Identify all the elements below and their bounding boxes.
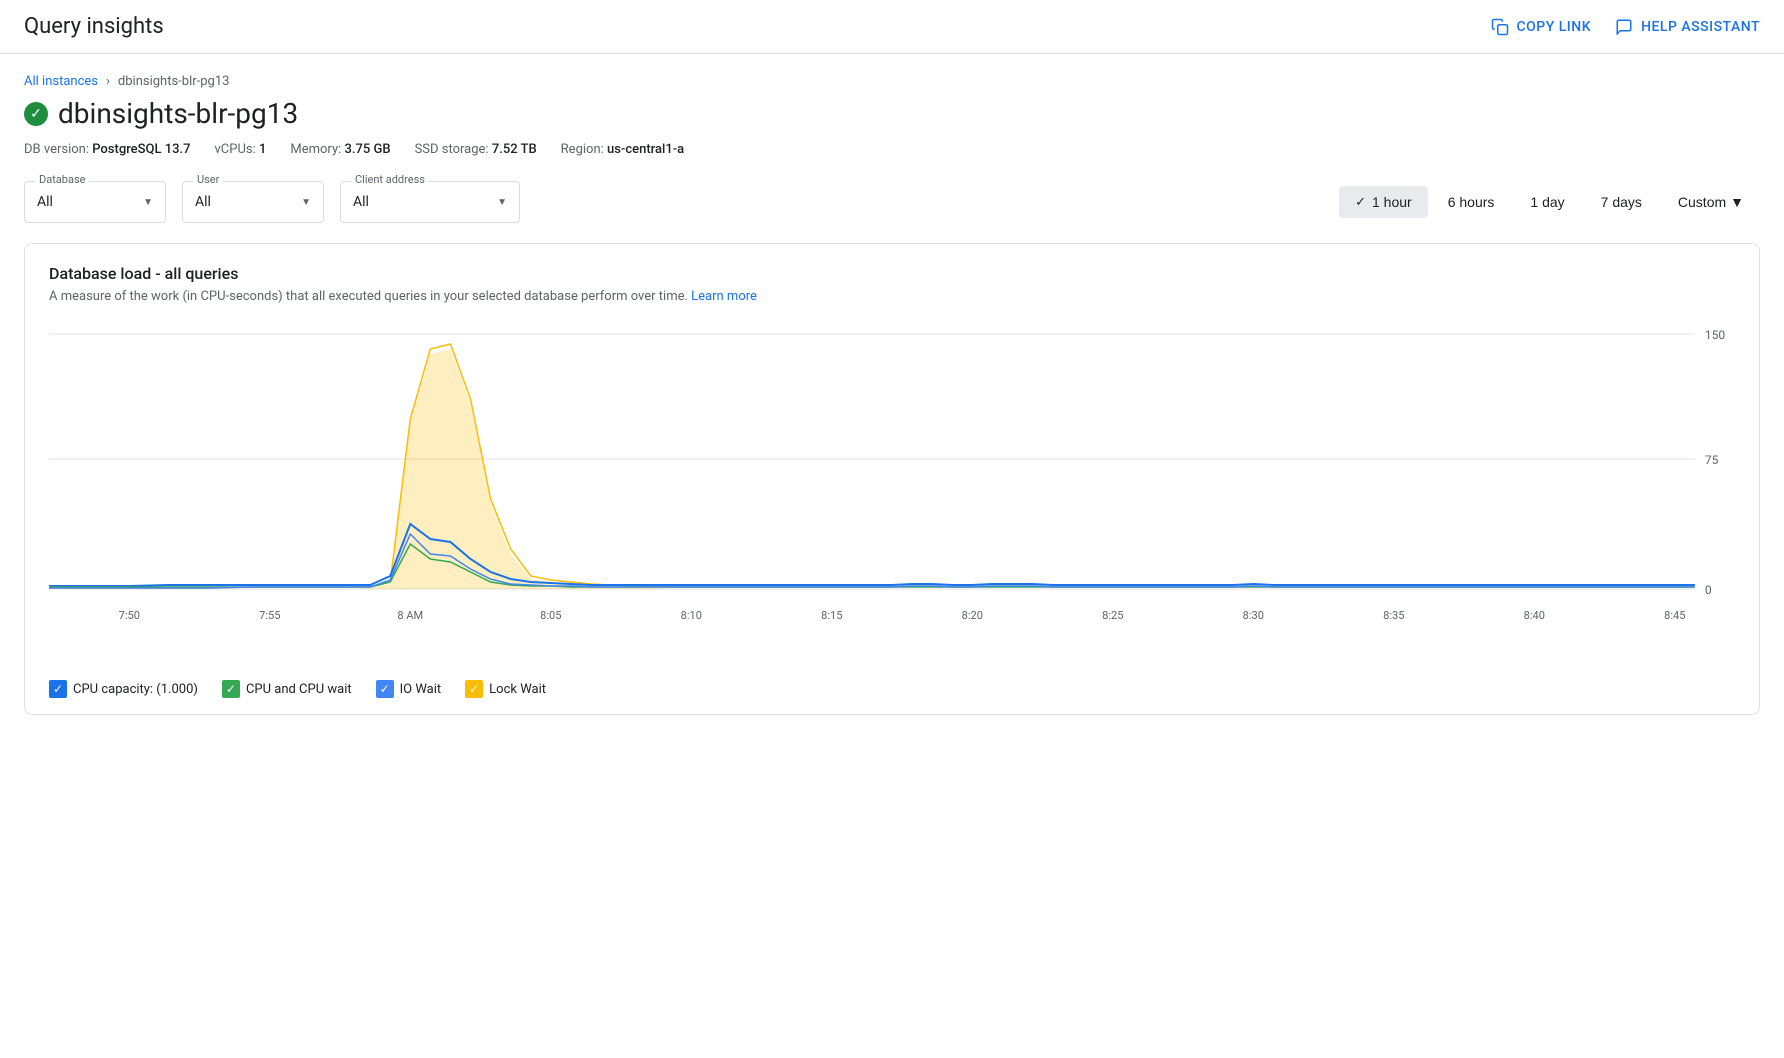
chart-title: Database load - all queries: [49, 264, 1735, 283]
svg-text:150: 150: [1705, 328, 1726, 342]
chart-card: Database load - all queries A measure of…: [24, 243, 1760, 715]
legend-cpu-wait: ✓ CPU and CPU wait: [222, 680, 352, 698]
user-arrow-icon: ▼: [301, 197, 311, 208]
database-label: Database: [35, 173, 89, 186]
svg-text:8:45: 8:45: [1664, 609, 1685, 622]
legend-lock-wait-label: Lock Wait: [489, 682, 546, 697]
database-dropdown[interactable]: Database All ▼: [24, 181, 166, 223]
legend-cpu-capacity: ✓ CPU capacity: (1.000): [49, 680, 198, 698]
storage: SSD storage: 7.52 TB: [415, 142, 537, 157]
breadcrumb: All instances › dbinsights-blr-pg13: [24, 74, 1760, 89]
custom-arrow-icon: ▼: [1730, 194, 1744, 210]
client-address-value: All: [353, 194, 369, 210]
legend-cpu-capacity-checkbox[interactable]: ✓: [49, 680, 67, 698]
svg-text:0: 0: [1705, 583, 1712, 597]
client-address-arrow-icon: ▼: [497, 197, 507, 208]
svg-text:7:50: 7:50: [119, 609, 140, 622]
svg-text:8:10: 8:10: [681, 609, 702, 622]
breadcrumb-current: dbinsights-blr-pg13: [118, 74, 230, 89]
time-range-group: ✓ 1 hour 6 hours 1 day 7 days Custom ▼: [1339, 186, 1760, 218]
breadcrumb-separator: ›: [106, 74, 110, 89]
user-dropdown[interactable]: User All ▼: [182, 181, 324, 223]
instance-meta: DB version: PostgreSQL 13.7 vCPUs: 1 Mem…: [24, 142, 1760, 157]
main-content: All instances › dbinsights-blr-pg13 ✓ db…: [0, 54, 1784, 755]
client-address-select[interactable]: All ▼: [341, 182, 519, 222]
region: Region: us-central1-a: [561, 142, 685, 157]
time-btn-7d[interactable]: 7 days: [1585, 186, 1658, 218]
chart-wrapper: 150 75 0 7:50 7:55 8 AM 8:05 8: [49, 324, 1735, 668]
page-header: Query insights COPY LINK HELP ASSISTANT: [0, 0, 1784, 54]
vcpus: vCPUs: 1: [215, 142, 267, 157]
legend-io-wait: ✓ IO Wait: [376, 680, 442, 698]
time-btn-1d[interactable]: 1 day: [1514, 186, 1580, 218]
time-btn-custom[interactable]: Custom ▼: [1662, 186, 1760, 218]
chart-description: A measure of the work (in CPU-seconds) t…: [49, 289, 1735, 304]
client-address-dropdown[interactable]: Client address All ▼: [340, 181, 520, 223]
legend-lock-wait-checkbox[interactable]: ✓: [465, 680, 483, 698]
svg-text:8:35: 8:35: [1383, 609, 1404, 622]
legend-cpu-wait-label: CPU and CPU wait: [246, 682, 352, 697]
database-arrow-icon: ▼: [143, 197, 153, 208]
help-assistant-icon: [1615, 18, 1633, 36]
svg-text:8:30: 8:30: [1243, 609, 1264, 622]
check-icon: ✓: [1355, 194, 1366, 210]
time-btn-1h[interactable]: ✓ 1 hour: [1339, 186, 1428, 218]
svg-text:8 AM: 8 AM: [397, 609, 423, 622]
user-select[interactable]: All ▼: [183, 182, 323, 222]
svg-text:8:15: 8:15: [821, 609, 842, 622]
user-label: User: [193, 173, 223, 186]
database-select[interactable]: All ▼: [25, 182, 165, 222]
svg-text:8:25: 8:25: [1102, 609, 1123, 622]
instance-name: dbinsights-blr-pg13: [58, 97, 298, 130]
svg-text:8:05: 8:05: [540, 609, 561, 622]
status-icon: ✓: [24, 102, 48, 126]
svg-text:75: 75: [1705, 453, 1719, 467]
page-title: Query insights: [24, 14, 164, 39]
copy-link-icon: [1491, 18, 1509, 36]
chart-legend: ✓ CPU capacity: (1.000) ✓ CPU and CPU wa…: [49, 680, 1735, 698]
breadcrumb-parent[interactable]: All instances: [24, 74, 98, 89]
database-value: All: [37, 194, 53, 210]
memory: Memory: 3.75 GB: [290, 142, 390, 157]
filters-row: Database All ▼ User All ▼ Client address…: [24, 181, 1760, 223]
header-actions: COPY LINK HELP ASSISTANT: [1491, 18, 1761, 36]
client-address-label: Client address: [351, 173, 429, 186]
legend-cpu-wait-checkbox[interactable]: ✓: [222, 680, 240, 698]
legend-io-wait-checkbox[interactable]: ✓: [376, 680, 394, 698]
svg-text:7:55: 7:55: [259, 609, 280, 622]
svg-text:8:40: 8:40: [1524, 609, 1545, 622]
instance-header: ✓ dbinsights-blr-pg13: [24, 97, 1760, 130]
user-value: All: [195, 194, 211, 210]
chart-svg: 150 75 0 7:50 7:55 8 AM 8:05 8: [49, 324, 1735, 664]
time-btn-6h[interactable]: 6 hours: [1432, 186, 1511, 218]
svg-text:8:20: 8:20: [962, 609, 983, 622]
legend-cpu-capacity-label: CPU capacity: (1.000): [73, 682, 198, 697]
legend-io-wait-label: IO Wait: [400, 682, 442, 697]
copy-link-button[interactable]: COPY LINK: [1491, 18, 1592, 36]
db-version: DB version: PostgreSQL 13.7: [24, 142, 191, 157]
learn-more-link[interactable]: Learn more: [691, 289, 757, 304]
help-assistant-button[interactable]: HELP ASSISTANT: [1615, 18, 1760, 36]
legend-lock-wait: ✓ Lock Wait: [465, 680, 546, 698]
